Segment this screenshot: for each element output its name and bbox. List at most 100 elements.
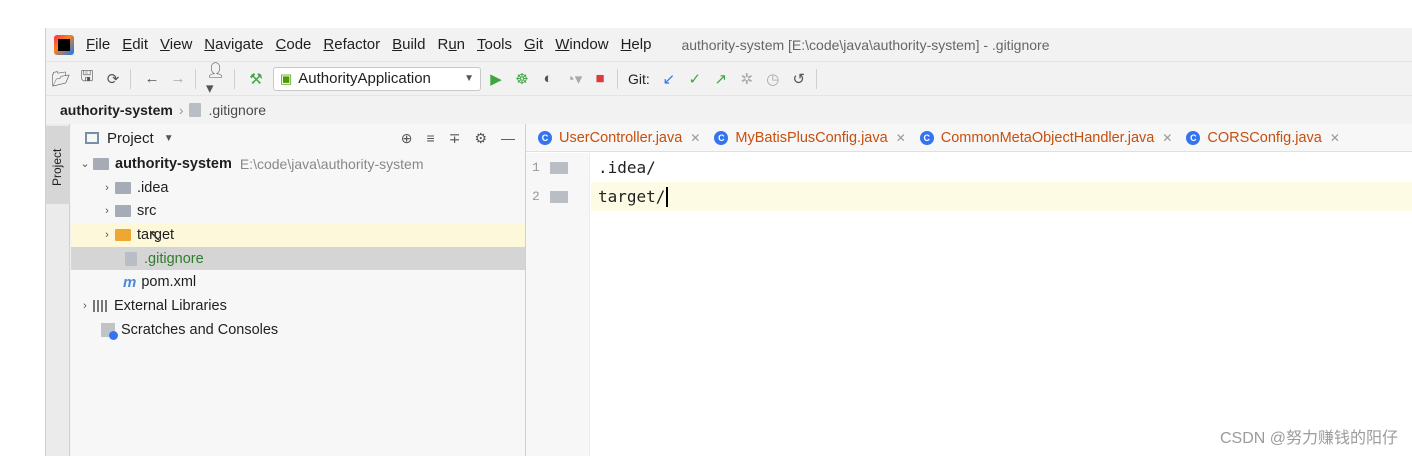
toolbar-separator — [815, 68, 817, 89]
tree-row-target[interactable]: › target ↖ — [71, 223, 525, 247]
coverage-icon[interactable]: ◐ — [537, 68, 559, 90]
menu-navigate[interactable]: Navigate — [204, 36, 263, 53]
gitignore-file-icon — [189, 102, 202, 117]
menu-build[interactable]: Build — [392, 36, 425, 53]
editor-tabs: C UserController.java ✕ C MyBatisPlusCon… — [526, 124, 1412, 152]
chevron-right-icon[interactable]: › — [99, 229, 115, 241]
tree-row-root[interactable]: ⌄ authority-system E:\code\java\authorit… — [71, 152, 525, 176]
stop-icon[interactable]: ■ — [589, 68, 611, 90]
code-area[interactable]: .idea/ target/ — [591, 153, 1412, 211]
gutter-row: 1 — [526, 153, 589, 182]
git-push-icon[interactable]: ↗ — [710, 68, 732, 90]
tree-row-idea[interactable]: › .idea — [71, 176, 525, 200]
menu-file[interactable]: File — [86, 36, 110, 53]
tree-root-name: authority-system — [115, 155, 232, 172]
tree-item-label: pom.xml — [141, 274, 197, 291]
tree-item-label: .idea — [137, 179, 169, 196]
tree-row-external-libraries[interactable]: › External Libraries — [71, 294, 525, 318]
open-folder-icon[interactable]: 📂︎ — [50, 68, 72, 90]
project-panel-header: Project ▼ ⊕ ≡ ∓ ⚙ — — [71, 124, 525, 152]
tab-user-controller[interactable]: C UserController.java ✕ — [538, 130, 700, 146]
git-update-icon[interactable]: ↙ — [658, 68, 680, 90]
tree-row-pom[interactable]: m pom.xml — [71, 270, 525, 294]
line-number: 1 — [532, 160, 540, 175]
tab-common-meta-object-handler[interactable]: C CommonMetaObjectHandler.java ✕ — [919, 129, 1172, 146]
menu-edit[interactable]: Edit — [122, 36, 148, 53]
run-configuration-label: AuthorityApplication — [298, 70, 431, 87]
run-play-icon[interactable]: ▶ — [485, 68, 507, 90]
toolbar-separator — [195, 68, 196, 89]
tab-label: CommonMetaObjectHandler.java — [940, 129, 1155, 146]
project-panel-actions: ⊕ ≡ ∓ ⚙ — — [401, 130, 525, 147]
code-line[interactable]: .idea/ — [591, 153, 1412, 182]
folder-icon — [115, 205, 131, 218]
build-hammer-icon[interactable]: ⚒ — [245, 68, 267, 90]
expand-all-icon[interactable]: ≡ — [427, 130, 435, 146]
tree-row-src[interactable]: › src — [71, 199, 525, 223]
git-pull-request-icon[interactable]: ✲ — [736, 68, 758, 90]
toolbar-separator — [234, 68, 235, 89]
tab-label: MyBatisPlusConfig.java — [735, 129, 888, 146]
tree-row-scratches[interactable]: Scratches and Consoles — [71, 318, 525, 342]
hide-panel-icon[interactable]: — — [501, 130, 515, 146]
profile-icon[interactable]: ◔▾ — [563, 68, 585, 90]
menu-run[interactable]: Run — [437, 36, 465, 53]
close-icon[interactable]: ✕ — [896, 131, 906, 145]
close-icon[interactable]: ✕ — [1330, 131, 1340, 145]
tree-row-gitignore[interactable]: .gitignore — [71, 246, 525, 271]
run-configuration-select[interactable]: ▣ AuthorityApplication ▼ — [273, 66, 481, 91]
tab-mybatisplus-config[interactable]: C MyBatisPlusConfig.java ✕ — [714, 129, 906, 146]
chevron-down-icon[interactable]: ⌄ — [77, 157, 93, 170]
sync-icon[interactable]: ⟳ — [102, 68, 124, 90]
project-tool-tab-label: Project — [50, 148, 64, 186]
gear-icon[interactable]: ⚙ — [474, 130, 487, 147]
menu-bar: File Edit View Navigate Code Refactor Bu… — [46, 28, 1412, 61]
git-history-clock-icon[interactable]: ◷ — [762, 68, 784, 90]
user-menu-icon[interactable]: 👤︎▾ — [206, 62, 228, 97]
breadcrumb-file[interactable]: .gitignore — [208, 102, 266, 118]
menu-window[interactable]: Window — [555, 36, 608, 53]
back-arrow-icon[interactable]: ← — [141, 68, 163, 90]
chevron-right-icon: › — [178, 101, 184, 118]
chevron-down-icon[interactable]: ▼ — [164, 133, 174, 144]
project-window-icon — [85, 132, 99, 144]
code-line-current[interactable]: target/ — [591, 182, 1412, 211]
menu-code[interactable]: Code — [276, 36, 312, 53]
tree-item-label: .gitignore — [144, 250, 204, 267]
main-toolbar: 📂︎ 🖫︎ ⟳ ← → 👤︎▾ ⚒ ▣ AuthorityApplication… — [46, 61, 1412, 97]
git-label: Git: — [628, 70, 650, 87]
tree-root-path: E:\code\java\authority-system — [239, 155, 424, 172]
close-icon[interactable]: ✕ — [690, 131, 700, 145]
project-panel: Project ▼ ⊕ ≡ ∓ ⚙ — ⌄ authority-system E… — [71, 124, 526, 456]
git-commit-check-icon[interactable]: ✓ — [684, 68, 706, 90]
chevron-right-icon[interactable]: › — [77, 300, 93, 312]
forward-arrow-icon[interactable]: → — [167, 68, 189, 90]
menu-tools[interactable]: Tools — [477, 36, 512, 53]
chevron-right-icon[interactable]: › — [99, 182, 115, 194]
menu-view[interactable]: View — [160, 36, 192, 53]
maven-icon: m — [123, 273, 137, 291]
breadcrumb-project[interactable]: authority-system — [60, 102, 173, 118]
library-icon — [93, 299, 109, 312]
menu-git[interactable]: Git — [524, 36, 543, 53]
menu-help[interactable]: Help — [621, 36, 652, 53]
locate-file-icon[interactable]: ⊕ — [401, 130, 413, 147]
save-all-icon[interactable]: 🖫︎ — [76, 68, 98, 90]
tab-cors-config[interactable]: C CORSConfig.java ✕ — [1186, 130, 1340, 146]
chevron-right-icon[interactable]: › — [99, 205, 115, 217]
intellij-logo-icon — [54, 34, 74, 55]
menu-refactor[interactable]: Refactor — [323, 36, 380, 53]
tree-item-label: Scratches and Consoles — [121, 321, 279, 338]
toolbar-separator — [617, 68, 618, 89]
editor-area: C UserController.java ✕ C MyBatisPlusCon… — [526, 124, 1412, 456]
project-tool-tab[interactable]: Project — [46, 126, 70, 204]
collapse-all-icon[interactable]: ∓ — [449, 130, 461, 147]
tree-item-label: src — [137, 203, 157, 220]
text-caret — [666, 186, 669, 207]
git-rollback-icon[interactable]: ↺ — [788, 68, 810, 90]
code-line-text: target/ — [598, 187, 666, 206]
project-view-select[interactable]: Project — [107, 130, 154, 147]
close-icon[interactable]: ✕ — [1162, 131, 1172, 145]
java-class-icon: C — [538, 130, 552, 145]
debug-bug-icon[interactable]: ☸ — [511, 68, 533, 90]
